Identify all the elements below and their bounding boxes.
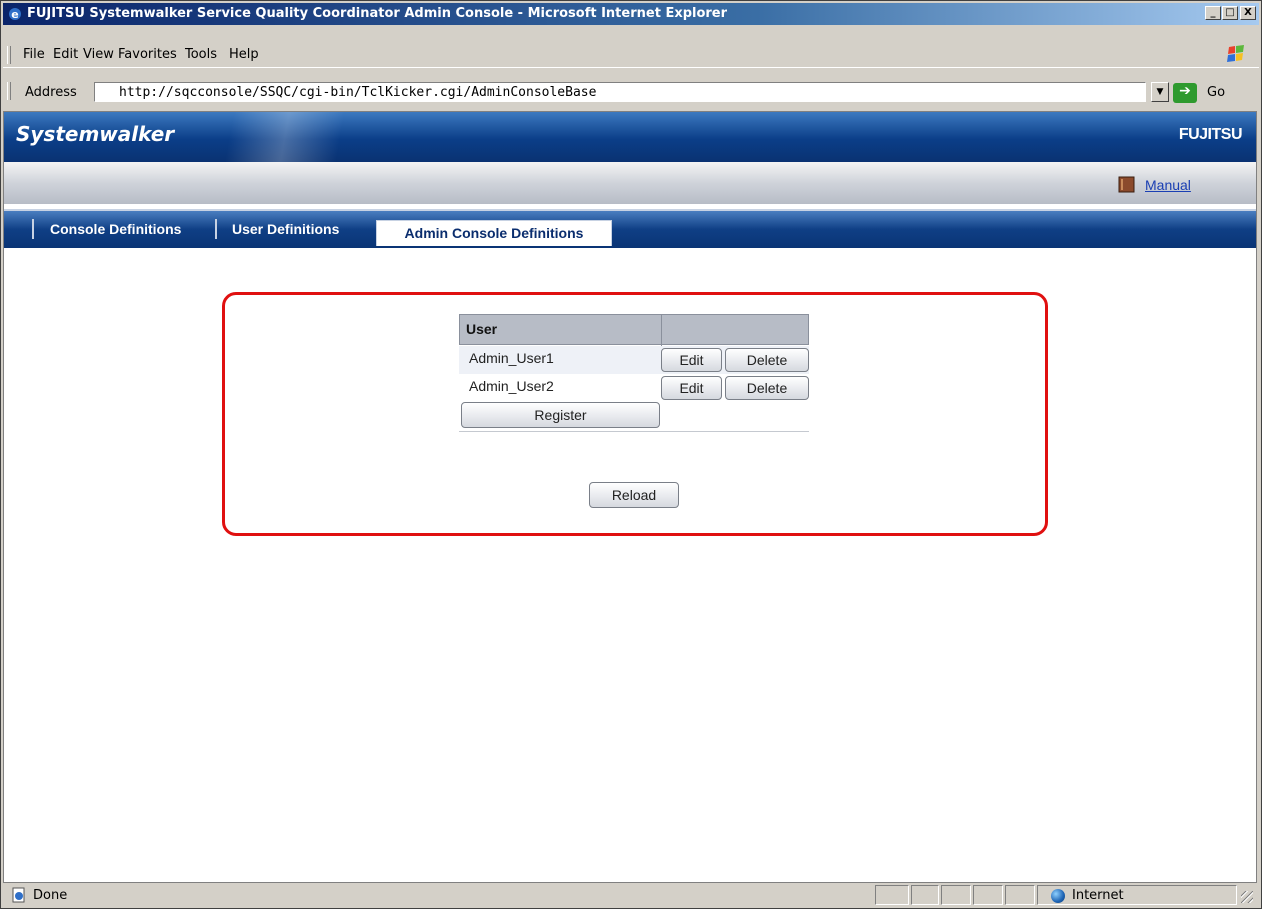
address-bar: Address http://sqcconsole/SSQC/cgi-bin/T… (3, 79, 1259, 107)
user-name: Admin_User2 (469, 378, 554, 394)
go-arrow-icon[interactable]: ➔ (1173, 83, 1197, 103)
table-header: User (459, 314, 809, 346)
header-banner: Systemwalker FUJITSU (4, 112, 1256, 162)
status-bar: Done Internet (3, 883, 1259, 907)
manual-book-icon[interactable] (1118, 176, 1136, 193)
close-button[interactable]: X (1240, 6, 1256, 20)
ie-icon: e (9, 8, 21, 21)
menu-tools[interactable]: Tools (185, 47, 217, 62)
window-title: FUJITSU Systemwalker Service Quality Coo… (27, 6, 728, 21)
delete-button[interactable]: Delete (725, 376, 809, 400)
toolbar-grip (7, 82, 11, 100)
table-row: Admin_User1 Edit Delete (459, 346, 809, 374)
menu-view[interactable]: View (83, 47, 114, 62)
user-name: Admin_User1 (469, 350, 554, 366)
address-input[interactable]: http://sqcconsole/SSQC/cgi-bin/TclKicker… (94, 82, 1146, 102)
globe-icon (1051, 889, 1065, 903)
register-button[interactable]: Register (461, 402, 660, 428)
status-pane (973, 885, 1003, 905)
minimize-button[interactable]: _ (1205, 6, 1221, 20)
tab-divider (215, 219, 217, 239)
security-zone-label: Internet (1072, 888, 1124, 903)
reload-button[interactable]: Reload (589, 482, 679, 508)
toolbar-grip (7, 46, 11, 64)
title-bar: e FUJITSU Systemwalker Service Quality C… (3, 3, 1259, 25)
menu-bar: File Edit View Favorites Tools Help (3, 43, 1259, 68)
column-header-user: User (466, 321, 498, 337)
column-divider (661, 315, 662, 346)
tab-user-definitions[interactable]: User Definitions (232, 221, 339, 237)
manual-link[interactable]: Manual (1145, 177, 1191, 193)
menu-favorites[interactable]: Favorites (118, 47, 177, 62)
status-text: Done (33, 888, 68, 903)
tab-admin-console-definitions[interactable]: Admin Console Definitions (376, 220, 612, 246)
utility-bar (4, 162, 1256, 204)
menu-edit[interactable]: Edit (53, 47, 78, 62)
table-bottom-border (459, 431, 809, 432)
svg-text:e: e (11, 8, 18, 21)
browser-window: e FUJITSU Systemwalker Service Quality C… (0, 0, 1262, 909)
tab-admin-console-definitions-label: Admin Console Definitions (404, 225, 584, 241)
address-dropdown-arrow[interactable]: ▼ (1151, 82, 1169, 102)
table-row: Admin_User2 Edit Delete (459, 374, 809, 402)
edit-button[interactable]: Edit (661, 376, 722, 400)
delete-button[interactable]: Delete (725, 348, 809, 372)
tab-console-definitions[interactable]: Console Definitions (50, 221, 181, 237)
resize-grip-icon[interactable] (1241, 891, 1253, 903)
page-viewport: Systemwalker FUJITSU Manual Console Defi… (3, 111, 1257, 883)
address-label: Address (25, 85, 77, 100)
tab-bar: Console Definitions User Definitions Adm… (4, 209, 1256, 248)
maximize-button[interactable]: □ (1222, 6, 1238, 20)
menu-help[interactable]: Help (229, 47, 259, 62)
go-button[interactable]: Go (1207, 85, 1225, 100)
edit-button[interactable]: Edit (661, 348, 722, 372)
banner-decoration (154, 112, 414, 162)
status-pane (875, 885, 909, 905)
status-pane (911, 885, 939, 905)
zone-pane (1037, 885, 1237, 905)
fujitsu-logo: FUJITSU (1178, 126, 1243, 143)
status-pane (1005, 885, 1035, 905)
menu-file[interactable]: File (23, 47, 45, 62)
tab-divider (32, 219, 34, 239)
systemwalker-logo: Systemwalker (16, 122, 175, 146)
status-pane (941, 885, 971, 905)
page-done-icon (12, 887, 25, 903)
windows-logo-icon (1227, 45, 1244, 62)
